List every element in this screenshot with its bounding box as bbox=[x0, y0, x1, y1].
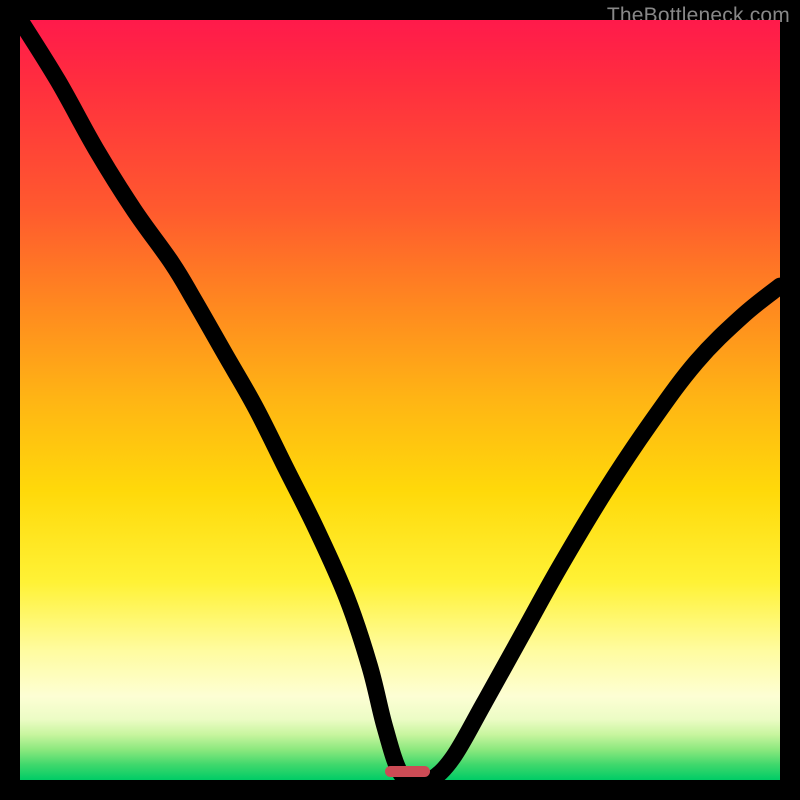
curve-svg bbox=[20, 20, 780, 780]
plot-area bbox=[20, 20, 780, 780]
chart-container: TheBottleneck.com bbox=[0, 0, 800, 800]
bottleneck-curve bbox=[20, 20, 780, 780]
optimal-marker bbox=[385, 766, 431, 777]
